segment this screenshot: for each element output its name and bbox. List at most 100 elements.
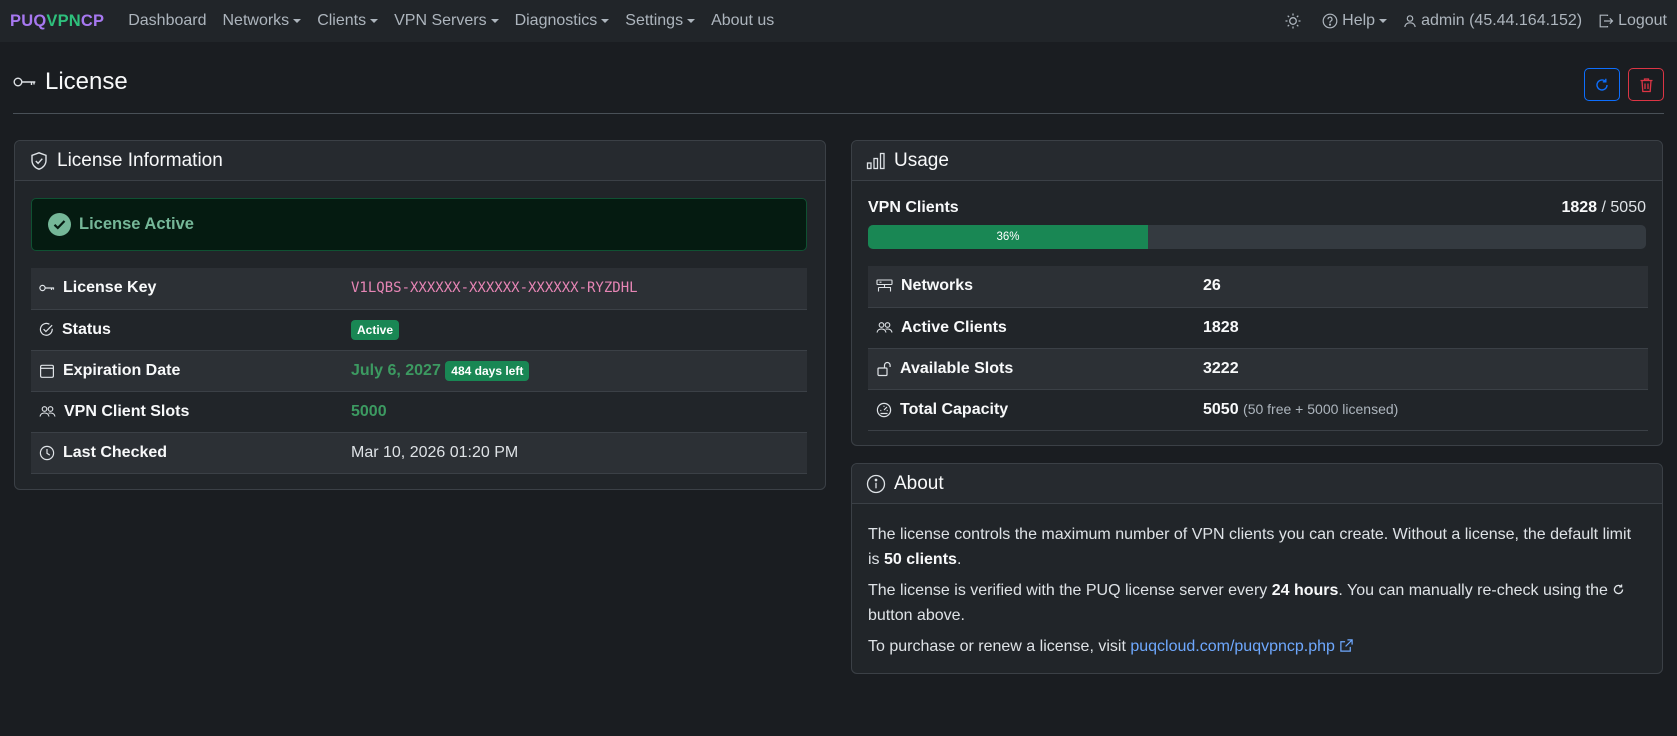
last-checked-label: Last Checked xyxy=(63,443,168,461)
row-value: July 6, 2027 484 days left xyxy=(351,350,807,392)
row-label: Total Capacity xyxy=(868,389,1203,431)
people-icon xyxy=(39,406,56,417)
clients-separator: / xyxy=(1597,199,1611,216)
text: . xyxy=(956,551,962,568)
caret-down-icon xyxy=(1379,19,1388,23)
text: The license controls the maximum number … xyxy=(868,526,1632,568)
row-value: 26 xyxy=(1203,266,1648,308)
logout-icon xyxy=(1599,14,1614,28)
question-circle-icon xyxy=(1322,13,1338,29)
card-title: About xyxy=(894,472,944,494)
nav-diagnostics[interactable]: Diagnostics xyxy=(515,12,610,30)
nav-label: Clients xyxy=(317,12,367,29)
table-row: Networks 26 xyxy=(868,266,1648,308)
table-row: Available Slots 3222 xyxy=(868,348,1648,390)
brand-logo[interactable]: PUQVPNCP xyxy=(10,12,104,31)
interval-text: 24 hours xyxy=(1271,582,1339,599)
refresh-icon xyxy=(1614,584,1624,595)
nav-vpn-servers[interactable]: VPN Servers xyxy=(394,12,499,30)
status-badge: Active xyxy=(351,319,400,340)
row-value: 5000 xyxy=(351,391,807,433)
text: . You can manually re-check using the xyxy=(1338,582,1613,599)
nav-label: Settings xyxy=(625,12,684,29)
check-circle-icon xyxy=(48,213,71,236)
license-details-table: License Key V1LQBS-XXXXXX-XXXXXX-XXXXXX-… xyxy=(31,268,807,474)
about-header: About xyxy=(852,464,1662,504)
delete-license-button[interactable] xyxy=(1628,68,1664,101)
table-row: Last Checked Mar 10, 2026 01:20 PM xyxy=(31,432,807,474)
nav-label: Dashboard xyxy=(128,12,207,29)
network-icon xyxy=(876,279,893,292)
caret-down-icon xyxy=(293,19,302,23)
nav-settings[interactable]: Settings xyxy=(625,12,696,30)
person-icon xyxy=(1404,15,1416,28)
progress-label: 36% xyxy=(996,231,1020,243)
row-label: Last Checked xyxy=(31,432,351,474)
nav-dashboard[interactable]: Dashboard xyxy=(128,12,206,30)
brand-part-2: VPN xyxy=(46,11,81,30)
nav-label: Networks xyxy=(222,12,290,29)
usage-header: Usage xyxy=(852,141,1662,181)
nav-label: admin (45.44.164.152) xyxy=(1421,12,1583,29)
key-icon xyxy=(13,77,36,87)
nav-user[interactable]: admin (45.44.164.152) xyxy=(1403,12,1582,30)
top-navbar: PUQVPNCP Dashboard Networks Clients VPN … xyxy=(0,0,1677,42)
purchase-link[interactable]: puqcloud.com/puqvpncp.php xyxy=(1130,638,1354,655)
row-value: 5050 (50 free + 5000 licensed) xyxy=(1203,389,1648,431)
alert-text: License Active xyxy=(79,215,194,233)
nav-logout[interactable]: Logout xyxy=(1598,12,1667,30)
nav-networks[interactable]: Networks xyxy=(223,12,302,30)
header-actions xyxy=(1584,68,1664,101)
slots-label: VPN Client Slots xyxy=(64,402,190,420)
row-label: License Key xyxy=(31,268,351,310)
row-label: Networks xyxy=(868,266,1203,308)
caret-down-icon xyxy=(490,19,499,23)
text: The license is verified with the PUQ lic… xyxy=(868,582,1272,599)
days-left-badge: 484 days left xyxy=(445,360,530,381)
vpn-clients-summary: VPN Clients 1828 / 5050 xyxy=(868,199,1646,217)
bar-chart-icon xyxy=(866,152,885,169)
license-key-value: V1LQBS-XXXXXX-XXXXXX-XXXXXX-RYZDHL xyxy=(351,280,638,297)
table-row: VPN Client Slots 5000 xyxy=(31,391,807,433)
nav-label: About us xyxy=(711,12,775,29)
nav-label: VPN Servers xyxy=(394,12,487,29)
nav-about-us[interactable]: About us xyxy=(711,12,774,30)
networks-value: 26 xyxy=(1203,277,1221,295)
page-header: License xyxy=(13,68,1664,114)
nav-label: Diagnostics xyxy=(514,12,598,29)
table-row: Status Active xyxy=(31,309,807,351)
available-slots-value: 3222 xyxy=(1203,359,1239,377)
networks-label: Networks xyxy=(901,277,974,295)
progress-fill: 36% xyxy=(868,225,1149,249)
nav-help[interactable]: Help xyxy=(1322,12,1388,30)
row-value: Active xyxy=(351,309,807,351)
nav-clients[interactable]: Clients xyxy=(317,12,379,30)
available-slots-label: Available Slots xyxy=(900,359,1014,377)
card-title: Usage xyxy=(894,149,949,171)
shield-check-icon xyxy=(31,151,47,170)
brand-part-3: CP xyxy=(80,11,105,30)
vpn-clients-label: VPN Clients xyxy=(868,199,959,216)
usage-card: Usage VPN Clients 1828 / 5050 36% Networ… xyxy=(851,140,1663,446)
key-icon xyxy=(39,285,55,292)
sun-icon xyxy=(1285,13,1301,29)
page-title: License xyxy=(13,68,128,96)
license-active-alert: License Active xyxy=(31,198,807,251)
last-checked-value: Mar 10, 2026 01:20 PM xyxy=(351,443,519,461)
expiration-label: Expiration Date xyxy=(63,361,181,379)
license-info-card: License Information License Active Licen… xyxy=(14,140,826,490)
default-limit-text: 50 clients xyxy=(884,551,957,568)
caret-down-icon xyxy=(601,19,610,23)
row-value: 1828 xyxy=(1203,307,1648,349)
text: To purchase or renew a license, visit xyxy=(868,638,1131,655)
row-value: V1LQBS-XXXXXX-XXXXXX-XXXXXX-RYZDHL xyxy=(351,268,807,310)
external-link-icon xyxy=(1340,639,1354,652)
nav-right: Help admin (45.44.164.152) Logout xyxy=(1268,12,1667,30)
total-capacity-label: Total Capacity xyxy=(900,400,1009,418)
usage-details-table: Networks 26 Active Clients 1828 Availabl… xyxy=(868,266,1648,431)
row-value: Mar 10, 2026 01:20 PM xyxy=(351,432,807,474)
expiration-value: July 6, 2027 xyxy=(351,361,441,379)
clients-total: 5050 xyxy=(1610,199,1646,216)
recheck-button[interactable] xyxy=(1584,68,1620,101)
theme-toggle[interactable] xyxy=(1284,12,1306,30)
